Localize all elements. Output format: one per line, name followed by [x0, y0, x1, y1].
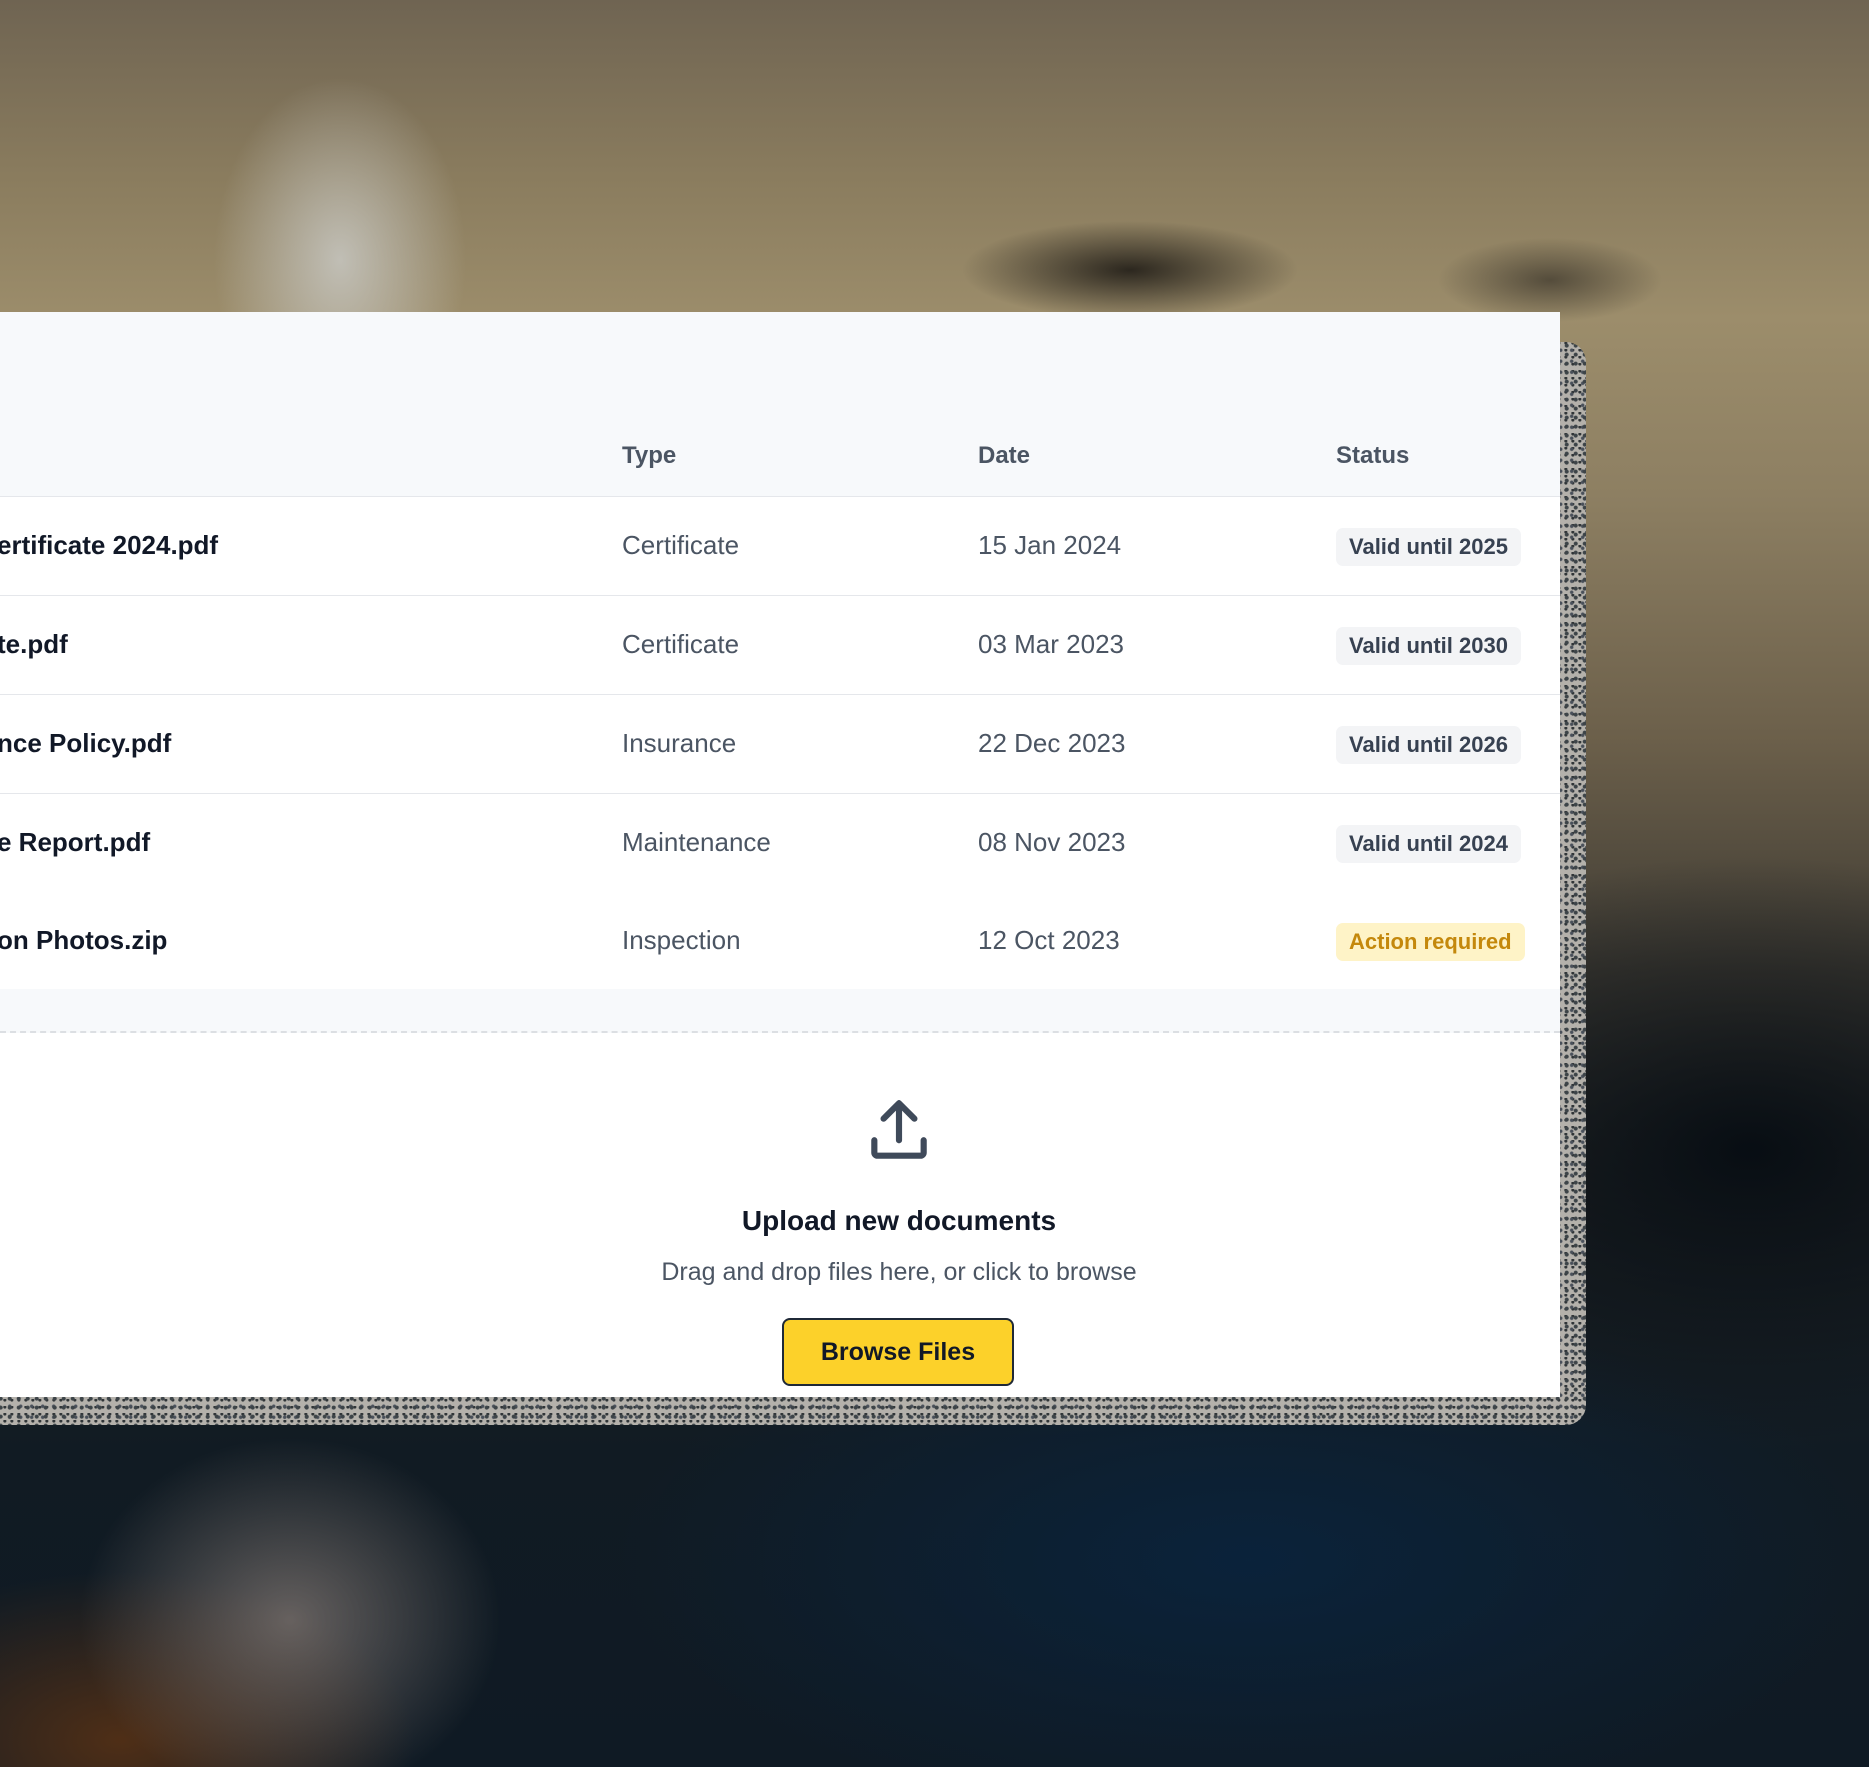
- file-name[interactable]: on Photos.zip: [0, 925, 167, 956]
- table-row[interactable]: nce Policy.pdf Insurance 22 Dec 2023 Val…: [0, 695, 1560, 794]
- file-type: Certificate: [622, 629, 740, 659]
- status-badge-warning: Action required: [1336, 923, 1525, 961]
- file-name[interactable]: ertificate 2024.pdf: [0, 530, 218, 561]
- file-type: Certificate: [622, 530, 740, 560]
- file-type: Inspection: [622, 925, 741, 955]
- upload-divider: [0, 989, 1560, 1033]
- file-name[interactable]: nce Policy.pdf: [0, 728, 171, 759]
- file-name[interactable]: te.pdf: [0, 629, 68, 660]
- file-date: 22 Dec 2023: [978, 728, 1126, 758]
- file-date: 08 Nov 2023: [978, 827, 1126, 857]
- column-header-type[interactable]: Type: [622, 442, 676, 470]
- column-header-date[interactable]: Date: [978, 442, 1030, 470]
- upload-icon[interactable]: [862, 1094, 936, 1168]
- table-row[interactable]: ertificate 2024.pdf Certificate 15 Jan 2…: [0, 497, 1560, 596]
- status-badge: Valid until 2030: [1336, 627, 1521, 665]
- status-badge: Valid until 2025: [1336, 528, 1521, 566]
- table-row[interactable]: on Photos.zip Inspection 12 Oct 2023 Act…: [0, 892, 1560, 991]
- upload-title: Upload new documents: [741, 1205, 1057, 1236]
- file-name[interactable]: e Report.pdf: [0, 827, 150, 858]
- table-header: Type Date Status: [0, 312, 1560, 497]
- status-badge: Valid until 2024: [1336, 825, 1521, 863]
- table-row[interactable]: e Report.pdf Maintenance 08 Nov 2023 Val…: [0, 794, 1560, 893]
- file-type: Maintenance: [622, 827, 771, 857]
- file-date: 03 Mar 2023: [978, 629, 1124, 659]
- documents-panel: Type Date Status ertificate 2024.pdf Cer…: [0, 312, 1560, 1397]
- file-type: Insurance: [622, 728, 737, 758]
- column-header-status[interactable]: Status: [1336, 442, 1409, 470]
- status-badge: Valid until 2026: [1336, 726, 1521, 764]
- table-row[interactable]: te.pdf Certificate 03 Mar 2023 Valid unt…: [0, 596, 1560, 695]
- browse-files-button[interactable]: Browse Files: [782, 1318, 1014, 1386]
- file-date: 15 Jan 2024: [978, 530, 1122, 560]
- file-date: 12 Oct 2023: [978, 925, 1120, 955]
- upload-hint: Drag and drop files here, or click to br…: [661, 1258, 1137, 1286]
